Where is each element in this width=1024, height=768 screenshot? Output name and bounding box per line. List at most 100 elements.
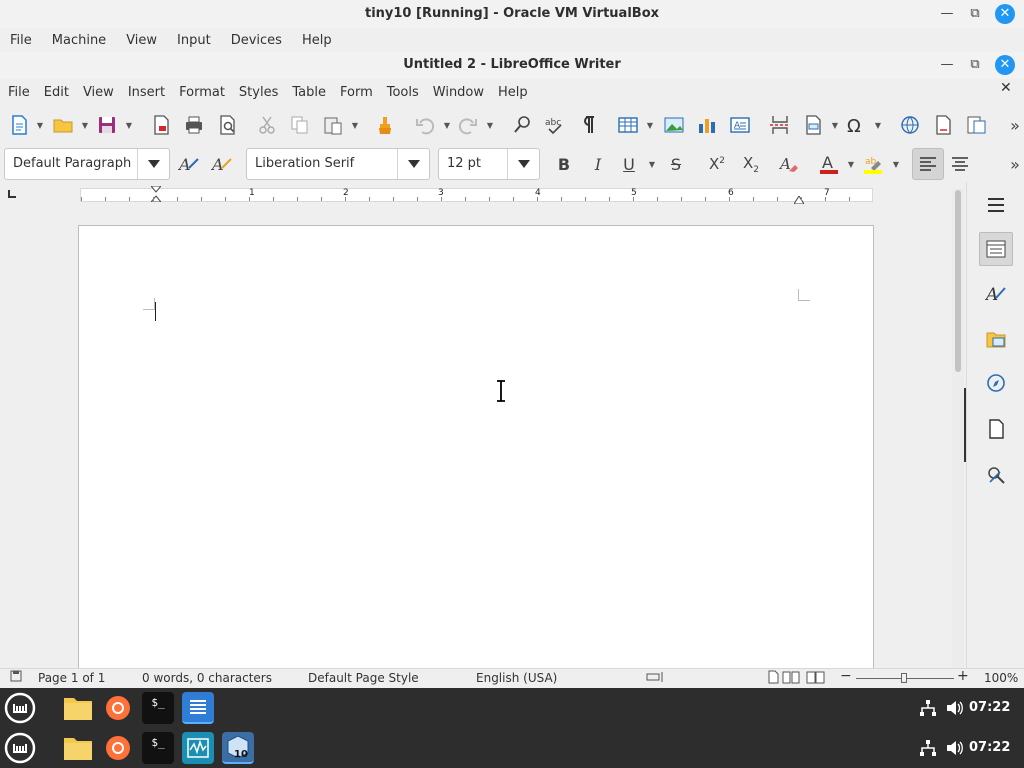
save-status-icon[interactable] [10,670,22,685]
vm-menu-machine[interactable]: Machine [42,33,116,48]
insert-page-break-icon[interactable] [767,112,793,138]
volume-icon[interactable] [938,692,970,724]
host-clock[interactable]: 07:22 [969,740,1010,755]
print-icon[interactable] [181,112,207,138]
menu-styles[interactable]: Styles [232,85,285,100]
paragraph-style-dropdown-icon[interactable] [137,149,169,179]
special-character-icon[interactable]: Ω [843,112,869,138]
menu-file[interactable]: File [0,85,37,100]
host-mint-menu-icon[interactable] [4,732,36,764]
word-count[interactable]: 0 words, 0 characters [142,671,272,685]
sidebar-gallery-icon[interactable] [979,322,1013,356]
redo-icon[interactable] [455,112,481,138]
multi-page-view-icon[interactable] [782,670,802,687]
document-page[interactable] [78,225,874,668]
writer-minimize-icon[interactable]: — [932,51,962,79]
align-center-icon[interactable] [947,151,973,177]
toolbar-overflow-icon[interactable]: » [1002,112,1024,138]
export-pdf-icon[interactable] [148,112,174,138]
virtualbox-app-icon[interactable]: 10 [222,732,254,764]
menu-form[interactable]: Form [333,85,380,100]
find-replace-icon[interactable] [510,112,536,138]
save-dropdown-icon[interactable]: ▼ [125,112,133,138]
clone-formatting-icon[interactable] [372,112,398,138]
host-files-app-icon[interactable] [62,732,94,764]
bold-icon[interactable]: B [551,151,577,177]
new-document-icon[interactable] [6,112,32,138]
system-monitor-app-icon[interactable] [182,732,214,764]
insert-textbox-icon[interactable]: A [727,112,753,138]
subscript-icon[interactable]: X2 [738,151,764,177]
sidebar-style-inspector-icon[interactable] [979,458,1013,492]
menu-insert[interactable]: Insert [121,85,172,100]
vm-menu-devices[interactable]: Devices [221,33,292,48]
new-style-icon[interactable]: A [209,151,235,177]
terminal-app-icon[interactable]: $_ [142,692,174,724]
page-count[interactable]: Page 1 of 1 [38,671,105,685]
undo-icon[interactable] [412,112,438,138]
menu-help[interactable]: Help [491,85,535,100]
single-page-view-icon[interactable] [767,670,779,687]
zoom-slider-handle[interactable] [901,673,907,683]
highlight-color-icon[interactable]: ab [860,151,886,177]
spelling-icon[interactable]: abc [542,112,568,138]
strikethrough-icon[interactable]: S [663,151,689,177]
menu-window[interactable]: Window [426,85,491,100]
host-terminal-app-icon[interactable]: $_ [142,732,174,764]
insert-field-icon[interactable] [800,112,826,138]
font-name-dropdown-icon[interactable] [397,149,429,179]
host-firefox-app-icon[interactable] [102,732,134,764]
sidebar-menu-icon[interactable] [979,188,1013,222]
underline-icon[interactable]: U [616,151,642,177]
open-folder-icon[interactable] [50,112,76,138]
files-app-icon[interactable] [62,692,94,724]
paste-dropdown-icon[interactable]: ▼ [351,112,359,138]
font-name-combo[interactable]: Liberation Serif [246,148,430,180]
language[interactable]: English (USA) [476,671,557,685]
vm-menu-help[interactable]: Help [292,33,342,48]
insert-hyperlink-icon[interactable] [897,112,923,138]
copy-icon[interactable] [287,112,313,138]
minimize-icon[interactable]: — [932,0,962,28]
menu-tools[interactable]: Tools [380,85,426,100]
zoom-in-icon[interactable]: + [957,668,969,684]
tab-stop-icon[interactable] [8,190,16,198]
new-dropdown-icon[interactable]: ▼ [36,112,44,138]
menu-view[interactable]: View [76,85,121,100]
close-document-icon[interactable]: ✕ [1000,80,1012,96]
formatting-marks-icon[interactable] [575,112,601,138]
vm-menu-view[interactable]: View [116,33,167,48]
clock[interactable]: 07:22 [969,700,1010,715]
sidebar-navigator-icon[interactable] [979,366,1013,400]
insert-comment-icon[interactable] [963,112,989,138]
menu-format[interactable]: Format [172,85,232,100]
zoom-level[interactable]: 100% [984,671,1018,685]
insert-image-icon[interactable] [661,112,687,138]
font-color-icon[interactable]: A [816,151,842,177]
vertical-scrollbar[interactable] [952,188,964,668]
paste-icon[interactable] [320,112,346,138]
font-color-dropdown-icon[interactable]: ▼ [847,151,855,177]
vm-menu-input[interactable]: Input [167,33,221,48]
save-icon[interactable] [94,112,120,138]
align-left-icon[interactable] [912,148,944,180]
firefox-app-icon[interactable] [102,692,134,724]
format-toolbar-overflow-icon[interactable]: » [1002,151,1024,177]
sidebar-styles-icon[interactable]: A [979,276,1013,310]
scrollbar-thumb[interactable] [955,190,961,372]
page-style[interactable]: Default Page Style [308,671,419,685]
field-dropdown-icon[interactable]: ▼ [831,112,839,138]
undo-dropdown-icon[interactable]: ▼ [443,112,451,138]
writer-close-icon[interactable]: ✕ [995,55,1015,75]
italic-icon[interactable]: I [585,151,611,177]
insert-chart-icon[interactable] [694,112,720,138]
clear-formatting-icon[interactable]: A [776,151,802,177]
writer-maximize-icon[interactable]: ⧉ [960,51,990,79]
print-preview-icon[interactable] [214,112,240,138]
mint-menu-icon[interactable] [4,692,36,724]
vm-menu-file[interactable]: File [0,33,42,48]
insert-table-icon[interactable] [615,112,641,138]
highlight-dropdown-icon[interactable]: ▼ [892,151,900,177]
insert-mode-icon[interactable] [646,670,666,687]
document-area[interactable] [0,204,952,668]
